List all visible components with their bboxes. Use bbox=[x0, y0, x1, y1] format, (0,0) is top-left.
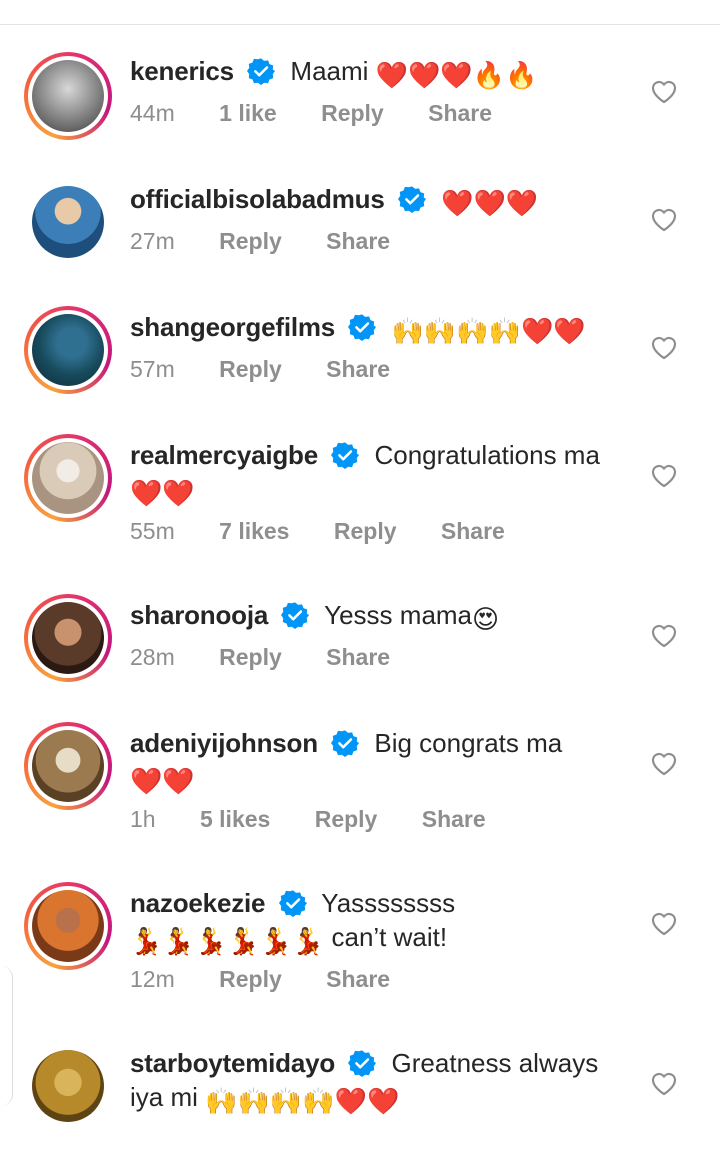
comment-text: Maami bbox=[290, 56, 369, 86]
reply-button[interactable]: Reply bbox=[219, 356, 282, 383]
heart-outline-icon[interactable] bbox=[650, 1070, 678, 1096]
comment-emoji: ❤️❤️❤️🔥🔥 bbox=[375, 60, 538, 90]
avatar[interactable] bbox=[24, 306, 112, 394]
avatar[interactable] bbox=[24, 1042, 112, 1130]
username[interactable]: sharonooja bbox=[130, 600, 268, 630]
verified-badge-icon bbox=[348, 1050, 377, 1077]
comment-meta: 28m Reply Share bbox=[130, 644, 428, 671]
comment-emoji: ❤️❤️❤️ bbox=[441, 188, 539, 218]
comment-emoji: ❤️❤️ bbox=[130, 478, 195, 508]
heart-outline-icon[interactable] bbox=[650, 334, 678, 360]
like-count[interactable]: 7 likes bbox=[219, 518, 289, 545]
comment-emoji: 😍 bbox=[472, 604, 500, 634]
verified-badge-icon bbox=[397, 186, 426, 213]
comment-text-tail: can’t wait! bbox=[331, 922, 448, 952]
reply-button[interactable]: Reply bbox=[219, 228, 282, 255]
comment-emoji: 🙌🙌🙌🙌❤️❤️ bbox=[391, 316, 586, 346]
share-button[interactable]: Share bbox=[326, 966, 390, 993]
timestamp: 57m bbox=[130, 356, 175, 382]
timestamp: 1h bbox=[130, 806, 156, 832]
heart-outline-icon[interactable] bbox=[650, 622, 678, 648]
share-button[interactable]: Share bbox=[326, 356, 390, 383]
reply-button[interactable]: Reply bbox=[219, 644, 282, 671]
username[interactable]: realmercyaigbe bbox=[130, 440, 318, 470]
comment-meta: 55m 7 likes Reply Share bbox=[130, 518, 543, 545]
verified-badge-icon bbox=[281, 602, 310, 629]
avatar[interactable] bbox=[24, 594, 112, 682]
avatar[interactable] bbox=[24, 722, 112, 810]
comment-meta: 57m Reply Share bbox=[130, 356, 428, 383]
avatar[interactable] bbox=[24, 434, 112, 522]
comment-text: Yesss mama bbox=[324, 600, 473, 630]
comment-meta: 12m Reply Share bbox=[130, 966, 428, 993]
comment-emoji: 🙌🙌🙌🙌❤️❤️ bbox=[205, 1086, 400, 1116]
comment-meta: 27m Reply Share bbox=[130, 228, 428, 255]
username[interactable]: kenerics bbox=[130, 56, 234, 86]
verified-badge-icon bbox=[348, 314, 377, 341]
heart-outline-icon[interactable] bbox=[650, 78, 678, 104]
verified-badge-icon bbox=[331, 730, 360, 757]
verified-badge-icon bbox=[247, 58, 276, 85]
avatar[interactable] bbox=[24, 52, 112, 140]
share-button[interactable]: Share bbox=[422, 806, 486, 833]
timestamp: 12m bbox=[130, 966, 175, 992]
timestamp: 28m bbox=[130, 644, 175, 670]
comment-text: Yassssssss bbox=[321, 888, 456, 918]
heart-outline-icon[interactable] bbox=[650, 750, 678, 776]
avatar[interactable] bbox=[24, 178, 112, 266]
emoji-reaction-bar[interactable] bbox=[0, 1150, 720, 1165]
comment-meta: 44m 1 like Reply Share bbox=[130, 100, 530, 127]
comment-meta: 1h 5 likes Reply Share bbox=[130, 806, 524, 833]
username[interactable]: nazoekezie bbox=[130, 888, 265, 918]
verified-badge-icon bbox=[331, 442, 360, 469]
timestamp: 27m bbox=[130, 228, 175, 254]
timestamp: 44m bbox=[130, 100, 175, 126]
heart-outline-icon[interactable] bbox=[650, 206, 678, 232]
avatar[interactable] bbox=[24, 882, 112, 970]
share-button[interactable]: Share bbox=[441, 518, 505, 545]
username[interactable]: starboytemidayo bbox=[130, 1048, 335, 1078]
share-button[interactable]: Share bbox=[428, 100, 492, 127]
reply-button[interactable]: Reply bbox=[334, 518, 397, 545]
comment-emoji: ❤️❤️ bbox=[130, 766, 195, 796]
reply-button[interactable]: Reply bbox=[321, 100, 384, 127]
reply-button[interactable]: Reply bbox=[315, 806, 378, 833]
side-panel-edge bbox=[0, 966, 13, 1106]
heart-outline-icon[interactable] bbox=[650, 462, 678, 488]
username[interactable]: officialbisolabadmus bbox=[130, 184, 385, 214]
reply-button[interactable]: Reply bbox=[219, 966, 282, 993]
share-button[interactable]: Share bbox=[326, 644, 390, 671]
heart-outline-icon[interactable] bbox=[650, 910, 678, 936]
comment-text: Big congrats ma bbox=[374, 728, 563, 758]
share-button[interactable]: Share bbox=[326, 228, 390, 255]
username[interactable]: shangeorgefilms bbox=[130, 312, 335, 342]
timestamp: 55m bbox=[130, 518, 175, 544]
comment-text: Congratulations ma bbox=[374, 440, 600, 470]
verified-badge-icon bbox=[278, 890, 307, 917]
username[interactable]: adeniyijohnson bbox=[130, 728, 318, 758]
top-divider bbox=[0, 24, 720, 25]
like-count[interactable]: 1 like bbox=[219, 100, 277, 127]
comment-emoji: 💃💃💃💃💃💃 bbox=[130, 926, 325, 956]
like-count[interactable]: 5 likes bbox=[200, 806, 270, 833]
